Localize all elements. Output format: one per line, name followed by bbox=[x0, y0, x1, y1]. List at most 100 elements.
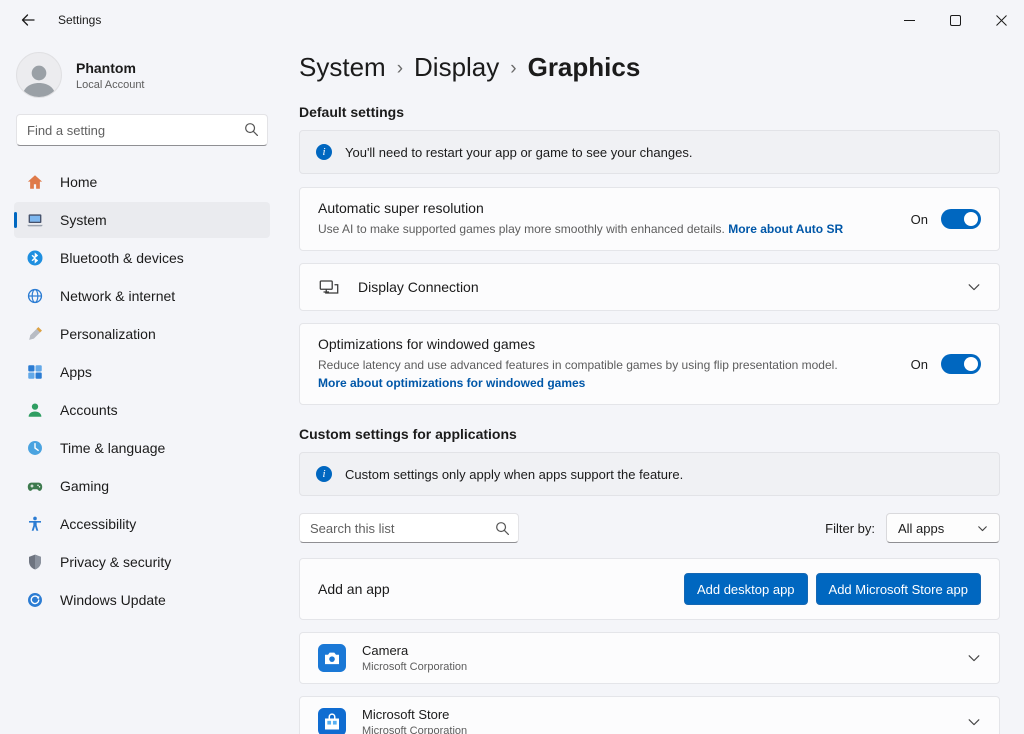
sidebar-item-label: Network & internet bbox=[60, 288, 175, 304]
filter-dropdown[interactable]: All apps bbox=[886, 513, 1000, 543]
accessibility-person-icon bbox=[26, 515, 44, 533]
sidebar-item-label: Privacy & security bbox=[60, 554, 171, 570]
app-row-camera[interactable]: Camera Microsoft Corporation bbox=[299, 632, 1000, 684]
restart-info-banner: You'll need to restart your app or game … bbox=[299, 130, 1000, 174]
breadcrumb-separator: › bbox=[510, 55, 516, 80]
titlebar: Settings bbox=[0, 0, 1024, 40]
app-list-search-input[interactable] bbox=[299, 513, 519, 543]
user-profile[interactable]: Phantom Local Account bbox=[14, 46, 270, 114]
chevron-down-icon[interactable] bbox=[967, 280, 981, 294]
maximize-button[interactable] bbox=[932, 0, 978, 40]
maximize-icon bbox=[950, 15, 961, 26]
app-publisher: Microsoft Corporation bbox=[362, 725, 949, 734]
shield-icon bbox=[26, 553, 44, 571]
sidebar-item-label: Home bbox=[60, 174, 97, 190]
custom-settings-banner-text: Custom settings only apply when apps sup… bbox=[345, 467, 683, 482]
add-desktop-app-button[interactable]: Add desktop app bbox=[684, 573, 808, 605]
sidebar-item-personalization[interactable]: Personalization bbox=[14, 316, 270, 352]
display-connection-title: Display Connection bbox=[358, 279, 949, 295]
sidebar-item-bluetooth[interactable]: Bluetooth & devices bbox=[14, 240, 270, 276]
close-icon bbox=[996, 15, 1007, 26]
app-name: Camera bbox=[362, 643, 949, 658]
breadcrumb: System › Display › Graphics bbox=[299, 52, 1000, 83]
optimizations-more-link[interactable]: More about optimizations for windowed ga… bbox=[318, 376, 585, 390]
user-name: Phantom bbox=[76, 60, 145, 76]
optimizations-title: Optimizations for windowed games bbox=[318, 336, 887, 352]
auto-sr-toggle[interactable] bbox=[941, 209, 981, 229]
optimizations-toggle-label: On bbox=[911, 357, 928, 372]
minimize-button[interactable] bbox=[886, 0, 932, 40]
custom-settings-banner: Custom settings only apply when apps sup… bbox=[299, 452, 1000, 496]
sidebar-item-label: Gaming bbox=[60, 478, 109, 494]
sidebar-item-label: Accessibility bbox=[60, 516, 136, 532]
add-store-app-button[interactable]: Add Microsoft Store app bbox=[816, 573, 981, 605]
chevron-down-icon[interactable] bbox=[967, 715, 981, 729]
optimizations-card: Optimizations for windowed games Reduce … bbox=[299, 323, 1000, 405]
sidebar-item-label: Time & language bbox=[60, 440, 165, 456]
sidebar-item-privacy[interactable]: Privacy & security bbox=[14, 544, 270, 580]
default-settings-heading: Default settings bbox=[299, 104, 1000, 120]
camera-app-icon bbox=[318, 644, 346, 672]
sidebar-item-label: Accounts bbox=[60, 402, 118, 418]
settings-search-input[interactable] bbox=[16, 114, 268, 146]
globe-icon bbox=[26, 287, 44, 305]
sidebar-item-time-language[interactable]: Time & language bbox=[14, 430, 270, 466]
add-app-label: Add an app bbox=[318, 581, 390, 597]
sidebar-item-label: Personalization bbox=[60, 326, 156, 342]
back-button[interactable] bbox=[10, 5, 46, 35]
info-icon bbox=[316, 144, 332, 160]
optimizations-toggle[interactable] bbox=[941, 354, 981, 374]
sidebar-item-label: Bluetooth & devices bbox=[60, 250, 184, 266]
bluetooth-icon bbox=[26, 249, 44, 267]
add-app-card: Add an app Add desktop app Add Microsoft… bbox=[299, 558, 1000, 620]
chevron-down-icon[interactable] bbox=[967, 651, 981, 665]
auto-sr-card: Automatic super resolution Use AI to mak… bbox=[299, 187, 1000, 251]
app-list-search bbox=[299, 513, 519, 543]
breadcrumb-display[interactable]: Display bbox=[414, 52, 499, 83]
person-icon bbox=[19, 59, 59, 97]
sidebar-nav: Home System Bluetooth & devices Network … bbox=[14, 164, 270, 618]
breadcrumb-graphics: Graphics bbox=[528, 52, 641, 83]
breadcrumb-system[interactable]: System bbox=[299, 52, 386, 83]
user-account-type: Local Account bbox=[76, 79, 145, 91]
sidebar-item-label: Apps bbox=[60, 364, 92, 380]
chevron-down-icon bbox=[977, 523, 988, 534]
settings-search bbox=[16, 114, 268, 146]
info-icon bbox=[316, 466, 332, 482]
close-button[interactable] bbox=[978, 0, 1024, 40]
display-connection-icon bbox=[318, 276, 340, 298]
app-publisher: Microsoft Corporation bbox=[362, 661, 949, 673]
sidebar-item-home[interactable]: Home bbox=[14, 164, 270, 200]
update-arrows-icon bbox=[26, 591, 44, 609]
sidebar-item-label: System bbox=[60, 212, 107, 228]
game-controller-icon bbox=[26, 477, 44, 495]
restart-info-text: You'll need to restart your app or game … bbox=[345, 145, 692, 160]
sidebar-item-network[interactable]: Network & internet bbox=[14, 278, 270, 314]
app-row-microsoft-store[interactable]: Microsoft Store Microsoft Corporation bbox=[299, 696, 1000, 734]
minimize-icon bbox=[904, 15, 915, 26]
system-icon bbox=[26, 211, 44, 229]
home-icon bbox=[26, 173, 44, 191]
accounts-person-icon bbox=[26, 401, 44, 419]
brush-icon bbox=[26, 325, 44, 343]
main-content: System › Display › Graphics Default sett… bbox=[284, 40, 1024, 734]
auto-sr-title: Automatic super resolution bbox=[318, 200, 887, 216]
optimizations-description: Reduce latency and use advanced features… bbox=[318, 358, 838, 372]
auto-sr-more-link[interactable]: More about Auto SR bbox=[728, 222, 843, 236]
search-icon bbox=[244, 122, 259, 137]
search-icon bbox=[495, 521, 510, 536]
filter-by-label: Filter by: bbox=[825, 521, 875, 536]
sidebar-item-accounts[interactable]: Accounts bbox=[14, 392, 270, 428]
auto-sr-toggle-label: On bbox=[911, 212, 928, 227]
sidebar-item-gaming[interactable]: Gaming bbox=[14, 468, 270, 504]
sidebar-item-accessibility[interactable]: Accessibility bbox=[14, 506, 270, 542]
breadcrumb-separator: › bbox=[397, 55, 403, 80]
custom-settings-heading: Custom settings for applications bbox=[299, 426, 1000, 442]
filter-dropdown-value: All apps bbox=[898, 521, 944, 536]
sidebar-item-windows-update[interactable]: Windows Update bbox=[14, 582, 270, 618]
clock-icon bbox=[26, 439, 44, 457]
display-connection-card[interactable]: Display Connection bbox=[299, 263, 1000, 311]
sidebar-item-system[interactable]: System bbox=[14, 202, 270, 238]
window-title: Settings bbox=[58, 13, 101, 27]
sidebar-item-apps[interactable]: Apps bbox=[14, 354, 270, 390]
